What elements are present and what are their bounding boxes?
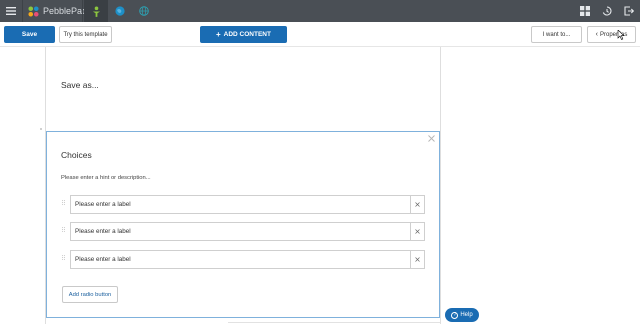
properties-button[interactable]: ‹ Properties — [587, 26, 636, 43]
logout-icon — [624, 6, 634, 16]
atlas-globe-icon — [139, 6, 149, 16]
logout-button[interactable] — [618, 0, 640, 22]
tab-resource-builder[interactable] — [84, 0, 108, 22]
nav-divider — [82, 0, 83, 22]
apps-grid-button[interactable] — [574, 0, 596, 22]
pebblepad-logo-icon — [28, 5, 39, 17]
chevron-left-icon: ‹ — [595, 31, 598, 38]
save-as-title[interactable]: Save as... — [61, 80, 99, 90]
add-radio-button[interactable]: Add radio button — [62, 286, 118, 303]
option-label-input[interactable]: Please enter a label — [70, 250, 411, 269]
editor-toolbar: Save Try this template + ADD CONTENT I w… — [0, 22, 640, 47]
globe-icon — [115, 6, 125, 16]
choices-hint[interactable]: Please enter a hint or description... — [61, 175, 151, 181]
close-icon[interactable] — [428, 135, 435, 142]
nav-divider — [22, 0, 23, 22]
brand-logo-link[interactable]: PebblePad — [28, 4, 87, 18]
remove-option-button[interactable] — [410, 250, 425, 269]
add-content-button[interactable]: + ADD CONTENT — [200, 26, 287, 43]
option-label-input[interactable]: Please enter a label — [70, 222, 411, 241]
i-want-to-button[interactable]: I want to... — [531, 26, 582, 43]
save-button[interactable]: Save — [4, 26, 55, 43]
plus-icon: + — [216, 29, 221, 39]
tab-atlas[interactable] — [132, 0, 156, 22]
drag-handle-icon[interactable] — [62, 227, 65, 232]
hamburger-menu-button[interactable] — [0, 0, 22, 22]
remove-option-button[interactable] — [410, 195, 425, 214]
mouse-cursor-icon — [617, 30, 625, 40]
help-label: Help — [460, 312, 473, 318]
history-icon — [602, 6, 612, 16]
help-button[interactable]: ? Help — [445, 308, 479, 322]
close-icon — [415, 229, 420, 234]
history-button[interactable] — [596, 0, 618, 22]
section-marker — [40, 128, 42, 130]
try-template-button[interactable]: Try this template — [59, 26, 112, 43]
brand-name: PebblePad — [43, 6, 88, 16]
page-bottom-divider — [228, 322, 440, 323]
drag-handle-icon[interactable] — [62, 255, 65, 260]
grid-icon — [580, 6, 590, 16]
add-content-label: ADD CONTENT — [223, 31, 271, 38]
drag-handle-icon[interactable] — [62, 200, 65, 205]
option-label-input[interactable]: Please enter a label — [70, 195, 411, 214]
question-icon: ? — [451, 311, 459, 319]
choices-title[interactable]: Choices — [61, 150, 92, 160]
close-icon — [415, 202, 420, 207]
close-icon — [415, 257, 420, 262]
remove-option-button[interactable] — [410, 222, 425, 241]
person-pin-icon — [92, 6, 100, 17]
top-nav-bar: PebblePad — [0, 0, 640, 22]
menu-icon — [6, 7, 16, 15]
tab-pebblepad-site[interactable] — [108, 0, 132, 22]
